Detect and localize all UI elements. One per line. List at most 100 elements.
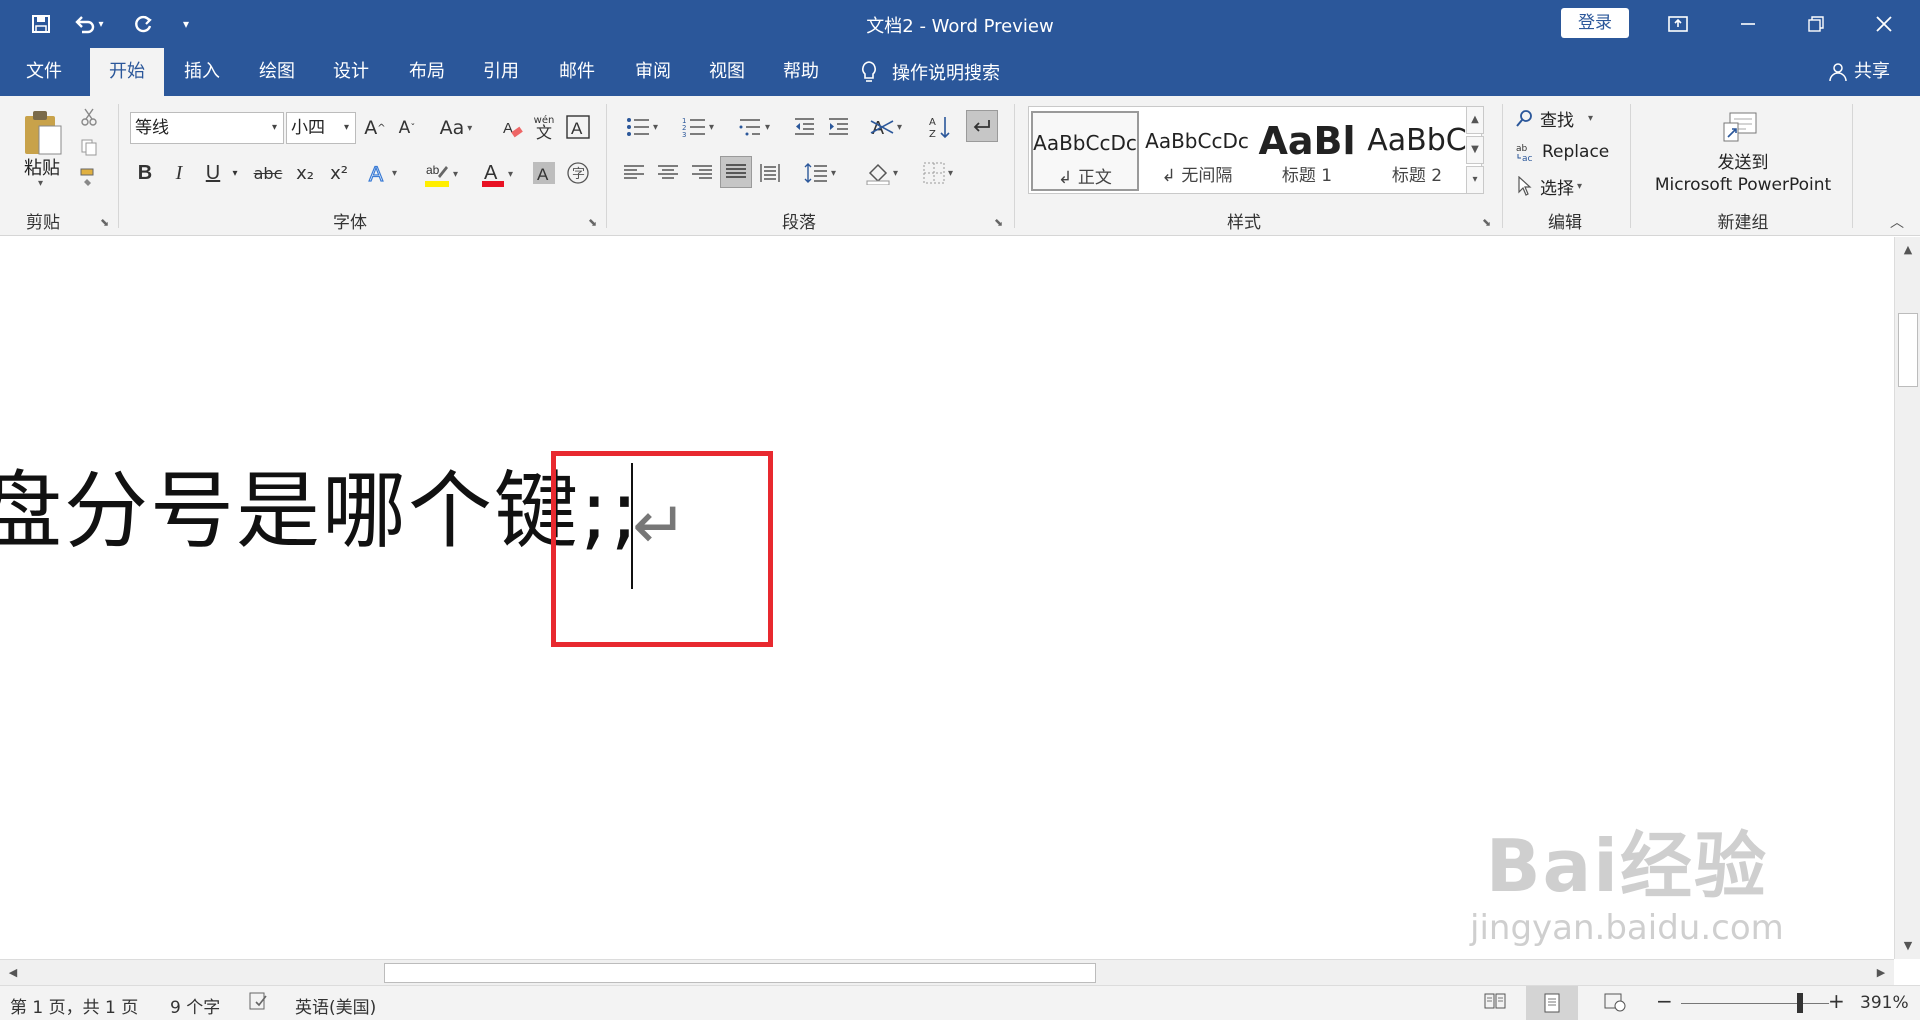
bullets-icon[interactable]: ▾: [618, 112, 666, 142]
distributed-icon[interactable]: [756, 158, 784, 188]
ribbon: 粘贴 ▾ 剪贴板 ⬊ 等线 ▾ 小四 ▾ A^ Aˇ Aa▾ A: [0, 96, 1920, 258]
paste-dropdown-icon[interactable]: ▾: [38, 178, 43, 189]
vertical-scrollbar[interactable]: ▲ ▼: [1894, 237, 1920, 959]
character-shading-icon[interactable]: A: [530, 158, 558, 188]
grow-font-icon[interactable]: A ^: [362, 112, 388, 144]
zoom-level[interactable]: 391%: [1860, 993, 1909, 1013]
horizontal-scrollbar[interactable]: ◀ ▶: [0, 959, 1894, 985]
language-indicator[interactable]: 英语(美国): [295, 993, 376, 1018]
shrink-font-icon[interactable]: Aˇ: [394, 112, 420, 144]
font-color-icon[interactable]: A ▾: [474, 158, 520, 190]
tab-help[interactable]: 帮助: [768, 48, 834, 96]
window-title: 文档2 - Word Preview: [866, 16, 1054, 37]
sort-icon[interactable]: AZ: [926, 112, 954, 142]
proofing-icon[interactable]: [248, 991, 268, 1016]
character-border-icon[interactable]: A: [564, 112, 592, 142]
gallery-more-icon[interactable]: ▾: [1466, 166, 1484, 194]
increase-indent-icon[interactable]: [824, 112, 852, 142]
scroll-left-icon[interactable]: ◀: [2, 962, 24, 984]
print-layout-icon[interactable]: [1526, 986, 1578, 1020]
tab-mailings[interactable]: 邮件: [544, 48, 610, 96]
styles-dialog-launcher-icon[interactable]: ⬊: [1482, 216, 1491, 229]
clear-formatting-icon[interactable]: A: [500, 112, 526, 144]
restore-icon[interactable]: [1788, 6, 1844, 42]
align-center-icon[interactable]: [654, 158, 682, 188]
tab-design[interactable]: 设计: [318, 48, 384, 96]
replace-button[interactable]: ab ac Replace: [1516, 138, 1609, 166]
format-painter-icon[interactable]: [76, 164, 102, 190]
line-spacing-icon[interactable]: ▾: [796, 158, 844, 188]
ribbon-display-options-icon[interactable]: [1650, 6, 1706, 42]
tab-file[interactable]: 文件: [12, 48, 76, 96]
send-to-powerpoint-button[interactable]: 发送到 Microsoft PowerPoint: [1640, 152, 1846, 196]
scroll-up-icon[interactable]: ▲: [1897, 239, 1919, 261]
bold-button[interactable]: B: [132, 158, 158, 188]
phonetic-guide-icon[interactable]: wén 文: [530, 110, 558, 144]
decrease-indent-icon[interactable]: [790, 112, 818, 142]
read-mode-icon[interactable]: [1484, 992, 1506, 1015]
justify-icon[interactable]: [720, 156, 752, 188]
vertical-scroll-thumb[interactable]: [1898, 313, 1918, 387]
zoom-out-button[interactable]: −: [1656, 989, 1673, 1013]
enclose-characters-icon[interactable]: 字: [564, 158, 592, 188]
scroll-down-icon[interactable]: ▼: [1897, 935, 1919, 957]
zoom-slider-thumb[interactable]: [1797, 993, 1803, 1013]
strikethrough-button[interactable]: abc: [250, 158, 286, 188]
collapse-ribbon-icon[interactable]: ︿: [1890, 212, 1904, 232]
show-formatting-marks-icon[interactable]: [966, 110, 998, 142]
chinese-layout-icon[interactable]: A ▾: [862, 112, 910, 142]
tab-review[interactable]: 审阅: [620, 48, 686, 96]
select-button[interactable]: 选择 ▾: [1518, 172, 1582, 200]
style-normal[interactable]: AaBbCcDc ↲ 正文: [1031, 111, 1139, 191]
font-size-combo[interactable]: 小四 ▾: [286, 112, 356, 144]
word-count[interactable]: 9 个字: [170, 993, 220, 1018]
send-to-powerpoint-icon[interactable]: [1720, 108, 1760, 148]
copy-icon[interactable]: [76, 134, 102, 160]
login-button[interactable]: 登录: [1561, 8, 1629, 38]
minimize-icon[interactable]: [1720, 6, 1776, 42]
font-name-combo[interactable]: 等线 ▾: [130, 112, 284, 144]
share-label: 共享: [1854, 61, 1890, 82]
superscript-button[interactable]: x²: [326, 158, 352, 188]
gallery-scroll-up-icon[interactable]: ▲: [1466, 106, 1484, 134]
scroll-right-icon[interactable]: ▶: [1870, 962, 1892, 984]
change-case-button[interactable]: Aa ▾: [434, 112, 478, 144]
page-info[interactable]: 第 1 页，共 1 页: [10, 993, 138, 1018]
tab-draw[interactable]: 绘图: [244, 48, 310, 96]
align-right-icon[interactable]: [688, 158, 716, 188]
italic-button[interactable]: I: [166, 158, 192, 188]
highlight-color-icon[interactable]: ab ▾: [418, 158, 464, 190]
paste-button[interactable]: 粘贴: [24, 154, 60, 180]
horizontal-scroll-thumb[interactable]: [384, 963, 1096, 983]
font-dialog-launcher-icon[interactable]: ⬊: [588, 216, 597, 229]
underline-dropdown-icon[interactable]: ▾: [228, 158, 242, 188]
tab-references[interactable]: 引用: [468, 48, 534, 96]
subscript-button[interactable]: x₂: [292, 158, 318, 188]
cut-icon[interactable]: [76, 104, 102, 130]
share-button[interactable]: 共享: [1828, 48, 1890, 96]
tab-home[interactable]: 开始: [90, 48, 164, 96]
clipboard-dialog-launcher-icon[interactable]: ⬊: [100, 216, 109, 229]
close-icon[interactable]: [1856, 6, 1912, 42]
document-canvas[interactable]: 盘分号是哪个键;; ↵ Bai经验 jingyan.baidu.com: [0, 237, 1894, 959]
text-effects-icon[interactable]: A ▾: [362, 158, 402, 188]
web-layout-icon[interactable]: [1604, 992, 1626, 1017]
style-heading-1[interactable]: AaBl 标题 1: [1253, 111, 1361, 191]
tab-insert[interactable]: 插入: [168, 48, 236, 96]
shading-icon[interactable]: ▾: [858, 158, 906, 188]
zoom-slider[interactable]: [1681, 1003, 1829, 1004]
paragraph-dialog-launcher-icon[interactable]: ⬊: [994, 216, 1003, 229]
find-button[interactable]: 查找 ▾: [1516, 104, 1593, 132]
underline-button[interactable]: U: [200, 158, 226, 188]
numbering-icon[interactable]: 1 2 3 ▾: [674, 112, 722, 142]
tab-view[interactable]: 视图: [694, 48, 760, 96]
tell-me-search[interactable]: 操作说明搜索: [860, 48, 1000, 96]
align-left-icon[interactable]: [620, 158, 648, 188]
zoom-in-button[interactable]: +: [1828, 989, 1845, 1013]
multilevel-list-icon[interactable]: ▾: [730, 112, 778, 142]
style-no-spacing[interactable]: AaBbCcDc ↲ 无间隔: [1143, 111, 1251, 191]
style-heading-2[interactable]: AaBbC 标题 2: [1363, 111, 1471, 191]
borders-icon[interactable]: ▾: [914, 158, 962, 188]
tab-layout[interactable]: 布局: [394, 48, 460, 96]
gallery-scroll-down-icon[interactable]: ▼: [1466, 136, 1484, 164]
